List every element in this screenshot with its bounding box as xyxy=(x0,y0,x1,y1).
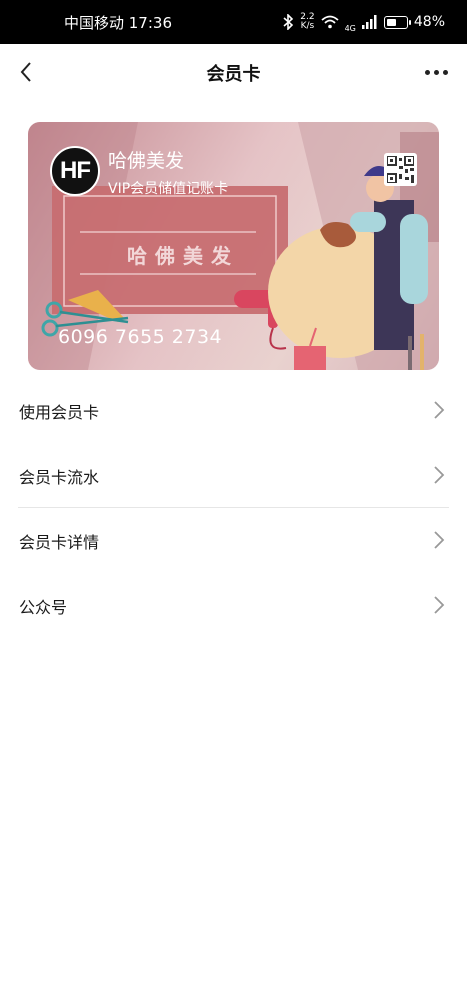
battery-fill xyxy=(386,18,396,26)
bluetooth-icon xyxy=(283,14,294,30)
chevron-right-icon xyxy=(434,596,445,614)
more-dot xyxy=(433,69,439,75)
wifi-icon xyxy=(320,15,339,29)
menu-item-use-card[interactable]: 使用会员卡 xyxy=(0,378,467,443)
chevron-right-icon xyxy=(434,531,445,549)
list-divider xyxy=(18,507,449,508)
status-right: 2.2 K/s 4G 48% xyxy=(282,12,445,33)
chevron-right-icon xyxy=(434,466,445,484)
carrier-time: 中国移动 17:36 xyxy=(64,13,172,32)
shop-name: 哈佛美发 xyxy=(108,150,185,172)
status-left: 中国移动 17:36 xyxy=(64,12,172,33)
more-dot xyxy=(442,69,448,75)
menu-item-card-details[interactable]: 会员卡详情 xyxy=(0,508,467,573)
nav-bar: 会员卡 xyxy=(0,44,467,102)
menu-item-label: 会员卡详情 xyxy=(19,532,100,552)
menu-item-label: 公众号 xyxy=(19,597,68,617)
card-type: VIP会员储值记账卡 xyxy=(108,181,229,197)
member-card[interactable]: HF 哈佛美发 VIP会员储值记账卡 哈佛美发 6096 7655 2734 xyxy=(28,122,439,370)
more-button[interactable] xyxy=(419,58,453,86)
page-title: 会员卡 xyxy=(206,64,261,85)
card-number: 6096 7655 2734 xyxy=(58,326,223,348)
menu-item-card-transactions[interactable]: 会员卡流水 xyxy=(0,443,467,508)
qr-code-icon xyxy=(386,155,415,184)
network-type: 4G xyxy=(344,23,356,33)
network-speed: 2.2 K/s xyxy=(300,13,314,31)
menu-item-label: 使用会员卡 xyxy=(19,402,100,422)
menu-item-label: 会员卡流水 xyxy=(19,467,100,487)
signal-icon xyxy=(361,15,377,29)
status-bar: 中国移动 17:36 2.2 K/s 4G 48% xyxy=(0,0,467,44)
chevron-right-icon xyxy=(434,401,445,419)
more-dots-icon xyxy=(424,69,430,75)
menu-list: 使用会员卡 会员卡流水 会员卡详情 公众号 xyxy=(0,378,467,638)
qr-code-button[interactable] xyxy=(384,153,417,186)
menu-item-official-account[interactable]: 公众号 xyxy=(0,573,467,638)
card-brand-text: 哈佛美发 xyxy=(127,244,239,268)
battery-icon xyxy=(383,15,411,29)
battery-percent: 48% xyxy=(413,14,445,30)
brand-logo: HF xyxy=(50,146,100,196)
speed-unit: K/s xyxy=(300,21,315,31)
